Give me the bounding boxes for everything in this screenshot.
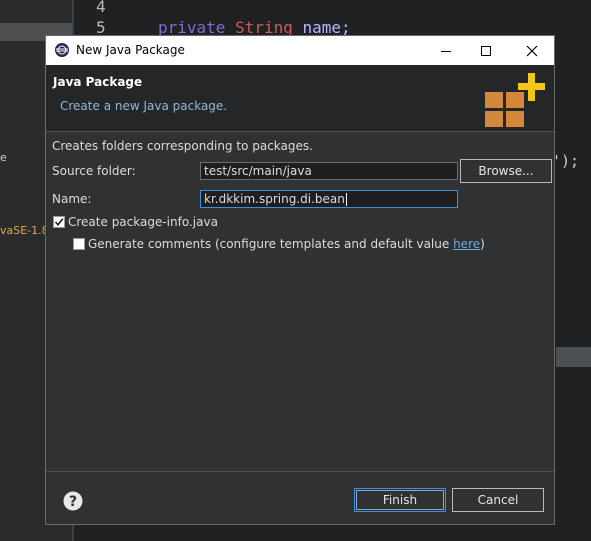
browse-label: Browse... [478, 164, 534, 178]
eclipse-icon [55, 43, 69, 57]
jre-fragment: vaSE-1.8 [0, 224, 49, 237]
finish-label: Finish [382, 493, 418, 507]
create-package-info-checkbox[interactable] [53, 216, 65, 228]
code-fragment: '); [552, 152, 580, 170]
name-label: Name: [52, 192, 92, 206]
create-package-info-label[interactable]: Create package-info.java [68, 215, 218, 229]
footer-separator [46, 471, 554, 472]
check-icon [54, 218, 64, 227]
close-button[interactable] [512, 36, 552, 65]
new-java-package-dialog: New Java Package Java Package Create a n… [45, 35, 555, 525]
body-description: Creates folders corresponding to package… [52, 139, 313, 153]
generate-comments-suffix: ) [480, 237, 485, 251]
package-name-value: kr.dkkim.spring.di.bean [204, 192, 345, 206]
minimize-icon [441, 50, 451, 52]
generate-comments-text[interactable]: Generate comments (configure templates a… [88, 237, 453, 251]
browse-button[interactable]: Browse... [460, 159, 552, 183]
package-name-input[interactable]: kr.dkkim.spring.di.bean [200, 190, 458, 208]
cancel-label: Cancel [477, 493, 519, 507]
cancel-button[interactable]: Cancel [452, 488, 544, 512]
text-caret [345, 193, 347, 206]
close-icon [526, 45, 538, 56]
maximize-icon [481, 45, 491, 56]
new-package-icon [485, 73, 545, 127]
source-folder-label: Source folder: [52, 164, 136, 178]
tree-fragment: e [0, 151, 7, 164]
dialog-title: New Java Package [76, 43, 185, 57]
dialog-titlebar[interactable]: New Java Package [46, 36, 554, 65]
svg-text:?: ? [69, 494, 77, 510]
source-folder-input[interactable]: test/src/main/java [200, 162, 458, 180]
line-number-4: 4 [96, 0, 106, 16]
generate-comments-label: Generate comments (configure templates a… [88, 237, 485, 251]
maximize-button[interactable] [466, 36, 506, 65]
editor-highlight-bar [556, 347, 591, 367]
wizard-title: Java Package [53, 75, 143, 89]
source-folder-value: test/src/main/java [204, 164, 312, 178]
wizard-description: Create a new Java package. [60, 99, 228, 113]
question-circle-icon[interactable]: ? [63, 491, 83, 511]
generate-comments-checkbox[interactable] [73, 238, 85, 250]
finish-button[interactable]: Finish [354, 488, 446, 512]
minimize-button[interactable] [426, 36, 466, 65]
templates-link[interactable]: here [453, 237, 480, 251]
wizard-header: Java Package Create a new Java package. [46, 65, 554, 132]
